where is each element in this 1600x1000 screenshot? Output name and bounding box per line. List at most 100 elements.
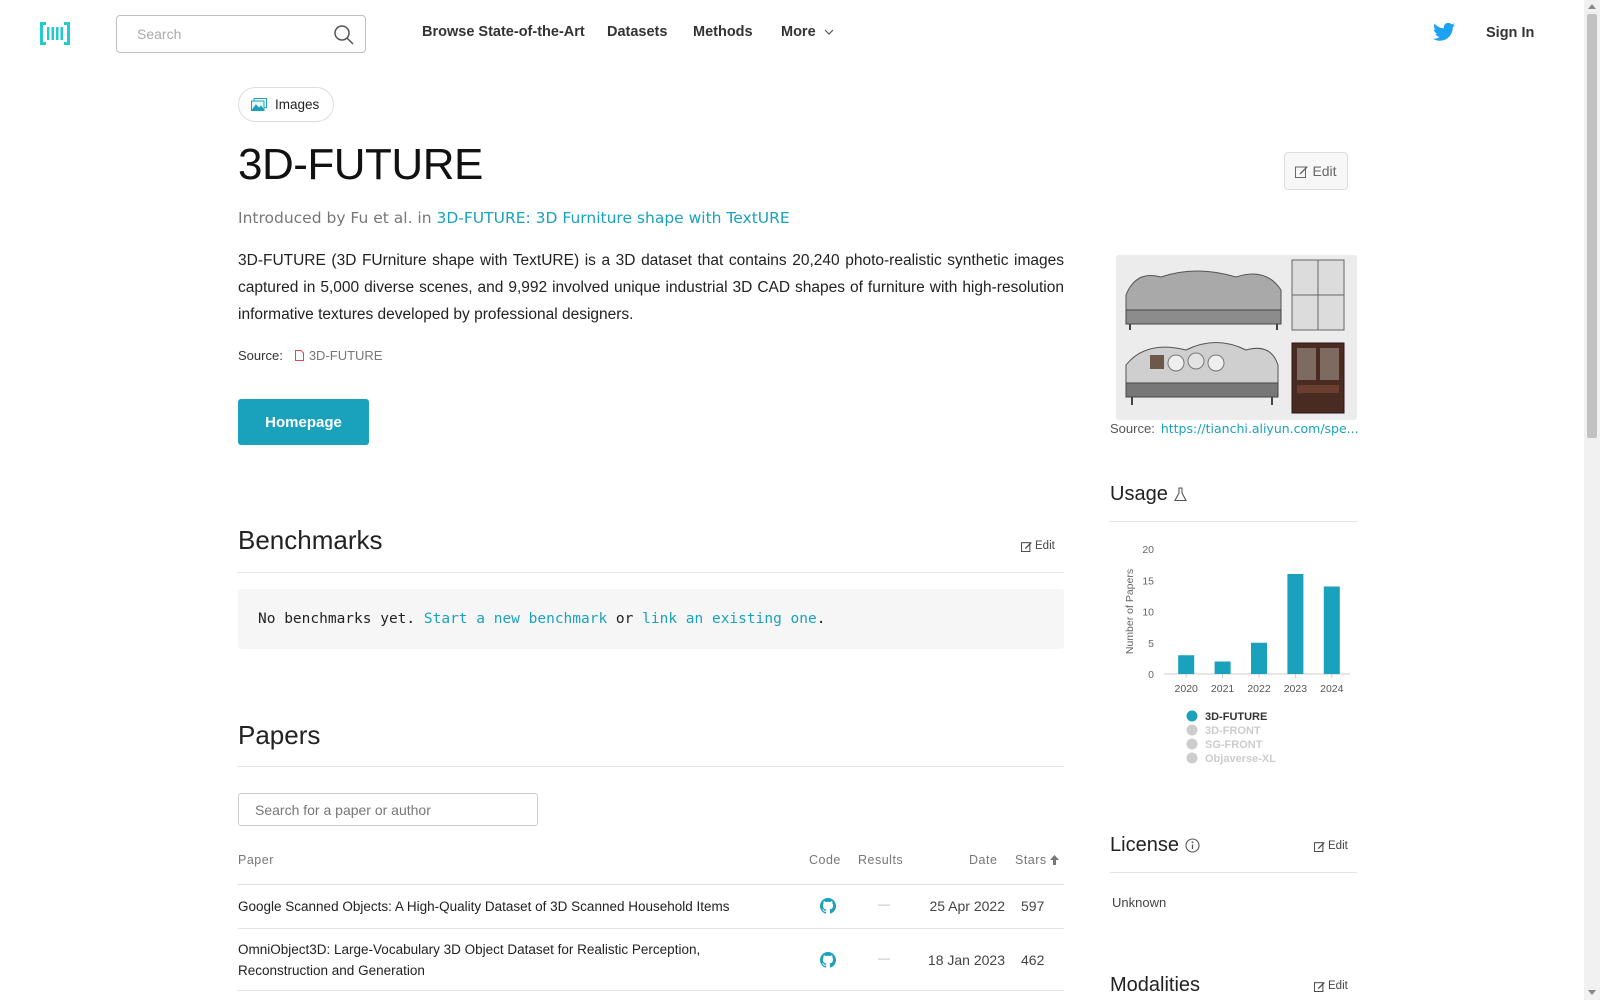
- license-edit-button[interactable]: Edit: [1314, 840, 1348, 852]
- scrollbar-thumb[interactable]: [1587, 14, 1597, 438]
- usage-divider: [1110, 521, 1357, 522]
- edit-dataset-button[interactable]: Edit: [1284, 152, 1348, 190]
- row-divider: [238, 928, 1064, 929]
- furniture-image-icon: [1116, 255, 1357, 420]
- bar-2023: [1287, 574, 1304, 674]
- twitter-icon[interactable]: [1433, 22, 1455, 42]
- y-tick-label: 20: [1142, 544, 1154, 556]
- col-results-header[interactable]: Results: [858, 853, 903, 867]
- image-source-link[interactable]: https://tianchi.aliyun.com/spe...: [1161, 421, 1359, 436]
- paper-row-title[interactable]: OmniObject3D: Large-Vocabulary 3D Object…: [238, 939, 728, 981]
- bar-2021: [1214, 661, 1231, 674]
- nav-methods[interactable]: Methods: [693, 24, 753, 40]
- page-title: 3D-FUTURE: [238, 140, 483, 189]
- col-code-header[interactable]: Code: [809, 853, 841, 867]
- y-tick-label: 15: [1142, 575, 1154, 587]
- stars-header-label: Stars: [1015, 853, 1047, 867]
- legend-label: 3D-FRONT: [1205, 725, 1261, 737]
- scroll-down-arrow-icon[interactable]: [1588, 990, 1596, 995]
- modality-badge[interactable]: Images: [238, 87, 335, 122]
- y-tick-label: 5: [1148, 638, 1154, 650]
- nav-more[interactable]: More: [781, 24, 834, 40]
- paper-search-box[interactable]: [238, 793, 538, 826]
- papers-divider: [238, 766, 1064, 767]
- search-box[interactable]: [116, 15, 366, 53]
- y-tick-label: 10: [1142, 607, 1154, 619]
- sign-in-link[interactable]: Sign In: [1486, 25, 1534, 41]
- info-icon[interactable]: [1185, 838, 1200, 853]
- homepage-button[interactable]: Homepage: [238, 399, 369, 445]
- period-text: .: [816, 611, 826, 627]
- license-divider: [1110, 872, 1357, 873]
- modalities-edit-button[interactable]: Edit: [1314, 980, 1348, 992]
- col-paper-header[interactable]: Paper: [238, 853, 274, 867]
- license-value: Unknown: [1112, 895, 1167, 910]
- legend-marker-SG-FRONT: [1186, 738, 1198, 750]
- nav-more-label: More: [781, 24, 816, 40]
- paper-search-input[interactable]: [255, 802, 525, 818]
- images-icon: [251, 98, 267, 111]
- bar-2022: [1251, 642, 1267, 674]
- dataset-description: 3D-FUTURE (3D FUrniture shape with TextU…: [238, 252, 1064, 323]
- link-existing-benchmark-link[interactable]: link an existing one: [642, 611, 817, 627]
- intro-paper-link[interactable]: 3D-FUTURE: 3D Furniture shape with TextU…: [437, 209, 790, 227]
- search-icon[interactable]: [333, 24, 355, 46]
- license-heading: License: [1110, 834, 1200, 857]
- github-icon[interactable]: [820, 952, 836, 968]
- row-divider: [238, 990, 1064, 991]
- paper-stars: 462: [1021, 952, 1045, 968]
- flask-icon: [1173, 487, 1187, 502]
- usage-heading: Usage: [1110, 483, 1187, 506]
- legend-label: 3D-FUTURE: [1205, 711, 1267, 723]
- image-source-label: Source:: [1110, 421, 1155, 436]
- chevron-down-icon: [824, 29, 834, 35]
- paper-results-value: —: [878, 897, 890, 911]
- image-source: Source: https://tianchi.aliyun.com/spe..…: [1110, 421, 1359, 436]
- usage-heading-label: Usage: [1110, 483, 1168, 505]
- x-tick-label: 2024: [1320, 683, 1344, 695]
- intro-prefix: Introduced by Fu et al. in: [238, 209, 437, 227]
- no-benchmarks-text: No benchmarks yet.: [258, 611, 424, 627]
- edit-icon: [1021, 541, 1032, 552]
- paper-row-title[interactable]: Google Scanned Objects: A High-Quality D…: [238, 896, 730, 917]
- source-link[interactable]: 3D-FUTURE: [294, 348, 383, 363]
- top-navbar: Browse State-of-the-Art Datasets Methods…: [0, 0, 1584, 67]
- license-heading-label: License: [1110, 834, 1179, 856]
- legend-label: SG-FRONT: [1205, 739, 1263, 751]
- modalities-heading: Modalities: [1110, 974, 1200, 997]
- x-tick-label: 2021: [1211, 683, 1235, 695]
- paper-stars: 597: [1021, 898, 1045, 914]
- github-icon[interactable]: [820, 898, 836, 914]
- benchmarks-heading: Benchmarks: [238, 525, 383, 555]
- scroll-up-arrow-icon[interactable]: [1588, 4, 1596, 9]
- modalities-edit-label: Edit: [1328, 980, 1348, 992]
- col-stars-header[interactable]: Stars: [1015, 853, 1059, 867]
- nav-datasets[interactable]: Datasets: [607, 24, 667, 40]
- paper-results-value: —: [878, 951, 890, 965]
- bar-2024: [1323, 586, 1340, 674]
- usage-chart: Number of Papers051015202020 2021 2022 2023…: [1124, 544, 1350, 765]
- paperswithcode-logo-icon[interactable]: [40, 21, 70, 46]
- nav-browse-sota[interactable]: Browse State-of-the-Art: [422, 24, 585, 40]
- dataset-source: Source: 3D-FUTURE: [238, 348, 382, 363]
- license-edit-label: Edit: [1328, 840, 1348, 852]
- benchmarks-edit-button[interactable]: Edit: [1021, 540, 1055, 552]
- start-benchmark-link[interactable]: Start a new benchmark: [424, 611, 607, 627]
- sort-up-arrow-icon: [1049, 855, 1059, 865]
- col-date-header[interactable]: Date: [969, 853, 997, 867]
- legend-label: Objaverse-XL: [1205, 753, 1276, 765]
- x-tick-label: 2022: [1247, 683, 1271, 695]
- pdf-file-icon: [294, 350, 304, 361]
- legend-marker-3D-FRONT: [1186, 724, 1198, 736]
- search-input[interactable]: [137, 26, 327, 42]
- modalities-heading-label: Modalities: [1110, 974, 1201, 996]
- edit-icon: [1295, 165, 1308, 178]
- source-link-label: 3D-FUTURE: [308, 348, 383, 363]
- or-text: or: [607, 611, 643, 627]
- benchmarks-divider: [238, 572, 1064, 573]
- page-scrollbar[interactable]: [1584, 0, 1600, 1000]
- papers-heading: Papers: [238, 720, 321, 750]
- dataset-preview-image[interactable]: [1116, 255, 1357, 420]
- modality-label: Images: [275, 97, 320, 112]
- y-tick-label: 0: [1148, 669, 1154, 681]
